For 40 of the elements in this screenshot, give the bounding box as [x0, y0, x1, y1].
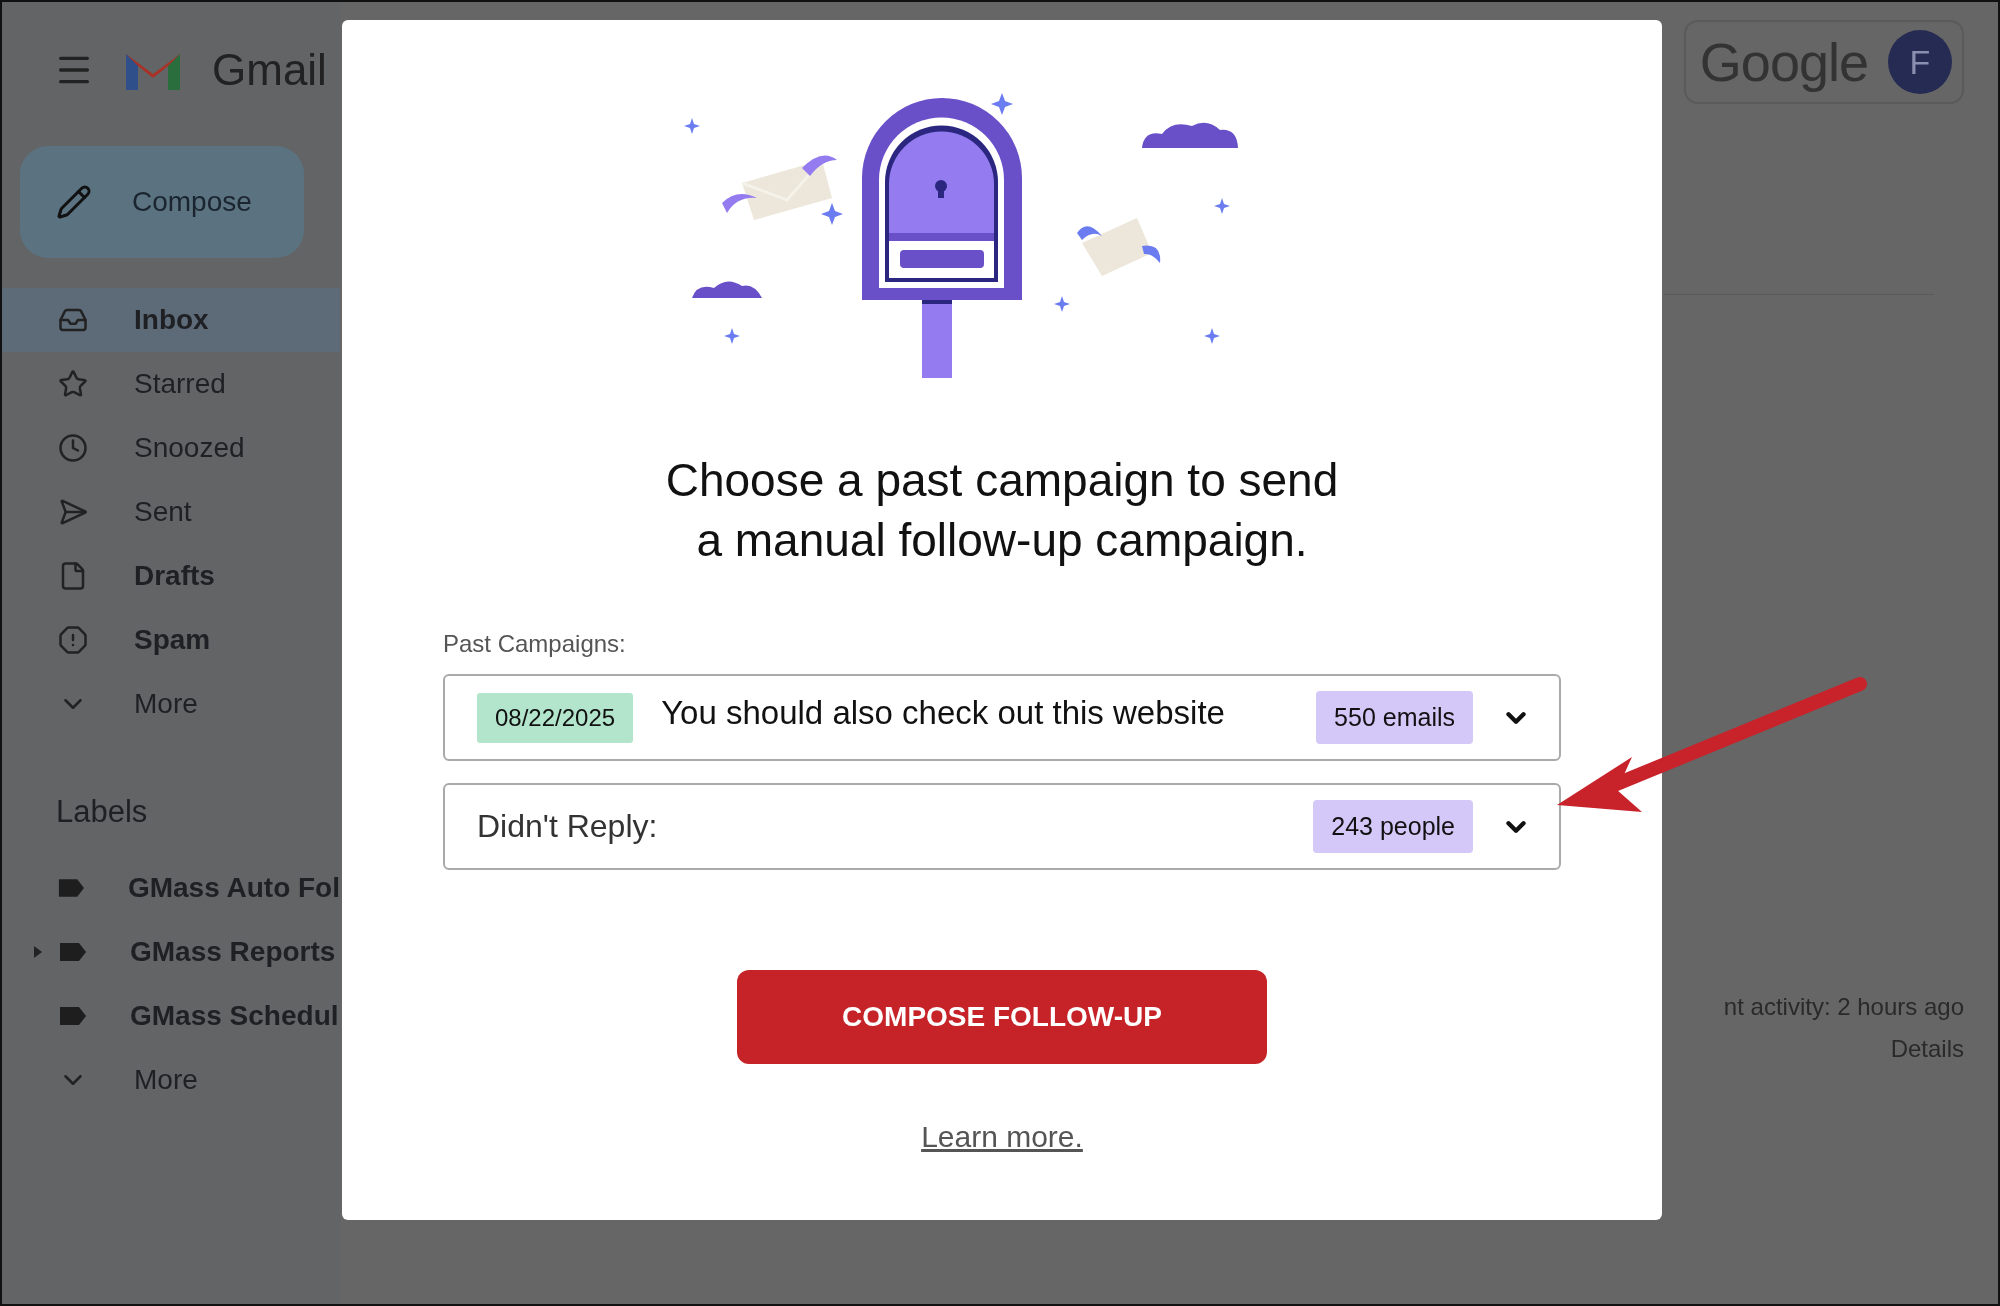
more-item[interactable]: More — [2, 1048, 340, 1112]
compose-follow-up-button[interactable]: COMPOSE FOLLOW-UP — [737, 970, 1267, 1064]
nav-item[interactable]: Spam — [2, 608, 340, 672]
label-tag-icon — [58, 1005, 88, 1027]
label-item[interactable]: GMass Schedul — [2, 984, 340, 1048]
dropdown-field[interactable]: Didn't Reply: 243 people — [443, 783, 1561, 870]
label-item[interactable]: GMass Auto Fol — [2, 856, 340, 920]
pencil-icon — [56, 184, 92, 220]
avatar[interactable]: F — [1888, 30, 1952, 94]
app-name: Gmail — [212, 45, 327, 95]
activity-text: nt activity: 2 hours ago — [1723, 993, 1964, 1021]
nav-item[interactable]: Starred — [2, 352, 340, 416]
nav-item[interactable]: More — [2, 672, 340, 736]
alert-icon — [58, 625, 88, 655]
expand-caret-icon[interactable] — [32, 945, 44, 959]
count-tag: 243 people — [1313, 800, 1473, 853]
nav-item[interactable]: Sent — [2, 480, 340, 544]
star-icon — [58, 369, 88, 399]
label-tag-icon — [58, 941, 88, 963]
labels-heading: Labels — [56, 794, 149, 830]
date-tag: 08/22/2025 — [477, 692, 634, 743]
dropdown-field[interactable]: 08/22/2025 You should also check out this website 550 emails — [443, 674, 1561, 761]
send-icon — [58, 497, 88, 527]
learn-more-link[interactable]: Learn more. — [921, 1120, 1083, 1154]
label-text: GMass Reports — [130, 936, 336, 968]
campaign-subject: You should also check out this website — [661, 693, 1226, 732]
label-text: GMass Auto Fol — [127, 872, 340, 904]
count-tag: 550 emails — [1316, 691, 1473, 744]
field-label: Past Campaigns: — [443, 630, 627, 658]
filter-label: Didn't Reply: — [477, 808, 659, 845]
clock-icon — [58, 433, 88, 463]
dialog-title: Choose a past campaign to send a manual follow-up campaign. — [664, 453, 1340, 568]
nav-item[interactable]: Inbox — [2, 288, 340, 352]
label-text: GMass Schedul — [130, 1000, 339, 1032]
label-item[interactable]: GMass Reports — [2, 920, 340, 984]
nav-item[interactable]: Drafts — [2, 544, 340, 608]
compose-button[interactable]: Compose — [20, 146, 304, 258]
details-link[interactable]: Details — [1890, 1035, 1964, 1063]
label-tag-icon — [57, 877, 86, 899]
nav-item[interactable]: Snoozed — [2, 416, 340, 480]
